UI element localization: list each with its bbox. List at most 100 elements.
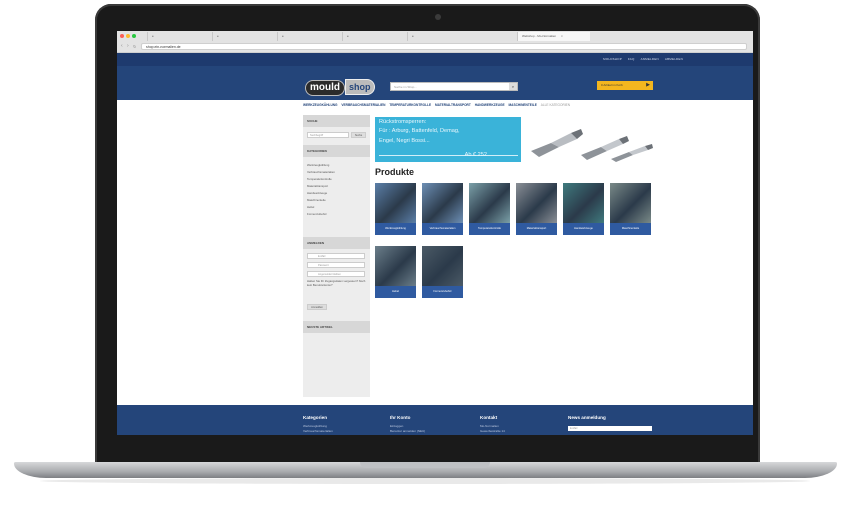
forward-icon[interactable]: › <box>127 43 129 50</box>
product-tile[interactable]: Formenzubehör <box>422 246 463 298</box>
sidebar-search-input[interactable]: Suchbegriff <box>307 132 349 138</box>
sidebar-category-link[interactable]: Formenzubehör <box>307 212 327 216</box>
sidebar-login-heading: ANMELDEN <box>303 237 370 249</box>
login-help-text[interactable]: Haben Sie Ihr Zugangsdaten vergessen? No… <box>307 279 367 287</box>
footer-link[interactable]: Verbrauchsmaterialien <box>303 429 333 433</box>
tab-title: Webshop - Mo-Normalien <box>522 34 557 38</box>
product-label: Temperaturkontrolle <box>478 227 501 230</box>
site-logo[interactable]: mould shop <box>305 77 375 96</box>
product-label: Verbrauchsmaterialien <box>429 227 456 230</box>
browser-tab[interactable]: e <box>147 32 212 41</box>
product-image <box>422 183 463 223</box>
login-password-input[interactable]: Passwort <box>307 262 365 268</box>
check-valve-3 <box>611 144 653 162</box>
product-image <box>375 183 416 223</box>
sidebar-category-link[interactable]: Maschinenteile <box>307 198 326 202</box>
login-email-input[interactable]: E-Mail <box>307 253 365 259</box>
product-image <box>375 246 416 286</box>
check-valves-image <box>531 129 653 162</box>
banner-line-2: Für : Arburg, Battenfeld, Demag, <box>379 128 460 134</box>
maximize-window-icon[interactable] <box>132 34 136 38</box>
product-image <box>469 183 510 223</box>
sidebar-categories-heading: KATEGORIEN <box>303 145 370 157</box>
nav-item[interactable]: MATERIALTRANSPORT <box>435 103 471 107</box>
remember-me-checkbox[interactable]: Angemeldet bleiben <box>307 271 365 277</box>
logo-shop: shop <box>345 79 375 95</box>
check-valve-1 <box>531 129 583 157</box>
sidebar-category-link[interactable]: Werkzeugkühlung <box>307 163 329 167</box>
footer-text: Gewerbestraße 14 <box>480 429 505 433</box>
products-title: Produkte <box>375 167 415 177</box>
browser-tab[interactable]: e <box>407 32 472 41</box>
sidebar-search-heading: SUCHE <box>303 115 370 127</box>
nav-item[interactable]: TEMPERATURKONTROLLE <box>389 103 431 107</box>
top-link-faq[interactable]: FAQ <box>628 57 635 61</box>
camera-icon <box>435 14 441 20</box>
top-link-login[interactable]: ANMELDEN <box>641 57 659 61</box>
sidebar-category-link[interactable]: Handwerkzeuge <box>307 191 327 195</box>
newsletter-email-input[interactable]: E-Mail <box>568 426 652 431</box>
footer-link[interactable]: Benutzer anmelden (NEU) <box>390 429 425 433</box>
product-image <box>516 183 557 223</box>
footer-text: Mo-Normalien <box>480 424 499 428</box>
footer-col-categories-title: Kategorien <box>303 415 327 420</box>
sidebar-category-link[interactable]: Temperaturkontrolle <box>307 177 332 181</box>
browser-tab[interactable]: e <box>277 32 342 41</box>
sidebar-search-button[interactable]: Suche <box>351 132 366 138</box>
product-image <box>563 183 604 223</box>
back-icon[interactable]: ‹ <box>121 43 123 50</box>
sidebar: SUCHE Suchbegriff Suche KATEGORIEN Werkz… <box>303 115 370 397</box>
site-search-input[interactable]: Suche im Shop... ⌕ <box>390 82 518 91</box>
laptop-notch <box>360 462 490 468</box>
top-link-moldshop[interactable]: MOLDSHOP <box>603 57 622 61</box>
nav-item[interactable]: WERKZEUGKÜHLUNG <box>303 103 338 107</box>
product-tile[interactable]: Werkzeugkühlung <box>375 183 416 235</box>
banner-price: Ab € 252 <box>464 152 487 158</box>
category-nav: WERKZEUGKÜHLUNG VERBRAUCHSMATERIALIEN TE… <box>303 103 753 111</box>
product-label: Formenzubehör <box>433 290 452 293</box>
product-tile[interactable]: Handwerkzeuge <box>563 183 604 235</box>
address-bar[interactable]: shop.ein-normalien.de <box>141 43 747 50</box>
cart-button[interactable]: 0 Artikel im Korb ▶ <box>597 81 653 90</box>
product-tile[interactable]: Materialtransport <box>516 183 557 235</box>
footer-col-account-title: Ihr Konto <box>390 415 411 420</box>
product-label: Werkzeugkühlung <box>385 227 406 230</box>
close-tab-icon[interactable]: × <box>561 34 563 38</box>
product-tile[interactable]: Verbrauchsmaterialien <box>422 183 463 235</box>
site-footer <box>117 405 753 435</box>
banner-divider <box>379 155 518 156</box>
banner-line-3: Engel, Negri Bossi... <box>379 138 430 144</box>
browser-tab-active[interactable]: Webshop - Mo-Normalien × <box>517 32 590 41</box>
browser-tab[interactable]: e <box>212 32 277 41</box>
nav-item[interactable]: MASCHINENTEILE <box>509 103 537 107</box>
login-button[interactable]: Anmelden <box>307 304 327 310</box>
product-image <box>610 183 651 223</box>
product-tile[interactable]: Temperaturkontrolle <box>469 183 510 235</box>
footer-col-newsletter-title: News anmeldung <box>568 415 606 420</box>
search-icon[interactable]: ⌕ <box>509 83 517 90</box>
product-tile[interactable]: Hebel <box>375 246 416 298</box>
site-search-placeholder: Suche im Shop... <box>394 85 417 89</box>
browser-tab[interactable]: e <box>342 32 407 41</box>
nav-item-all[interactable]: ALLE KATEGORIEN <box>541 103 570 107</box>
footer-link[interactable]: Werkzeugkühlung <box>303 424 327 428</box>
product-tile[interactable]: Maschinenteile <box>610 183 651 235</box>
minimize-window-icon[interactable] <box>126 34 130 38</box>
product-label: Hebel <box>392 290 399 293</box>
promo-banner[interactable]: Rückstromsperren: Für : Arburg, Battenfe… <box>375 117 521 162</box>
reload-icon[interactable]: ↻ <box>133 43 136 50</box>
sidebar-news-heading: NEUSTE ARTIKEL <box>303 321 370 333</box>
sidebar-category-link[interactable]: Materialtransport <box>307 184 328 188</box>
sidebar-category-link[interactable]: Hebel <box>307 205 314 209</box>
footer-col-contact-title: Kontakt <box>480 415 498 420</box>
cart-icon: ▶ <box>646 82 650 88</box>
top-link-logout[interactable]: ABMELDEN <box>665 57 683 61</box>
product-label: Maschinenteile <box>621 227 640 230</box>
nav-item[interactable]: VERBRAUCHSMATERIALIEN <box>341 103 385 107</box>
nav-item[interactable]: HANDWERKZEUGE <box>475 103 505 107</box>
sidebar-category-link[interactable]: Verbrauchsmaterialien <box>307 170 335 174</box>
top-links: MOLDSHOP FAQ ANMELDEN ABMELDEN <box>598 57 683 61</box>
close-window-icon[interactable] <box>120 34 124 38</box>
product-image <box>422 246 463 286</box>
footer-link[interactable]: Einloggen <box>390 424 403 428</box>
